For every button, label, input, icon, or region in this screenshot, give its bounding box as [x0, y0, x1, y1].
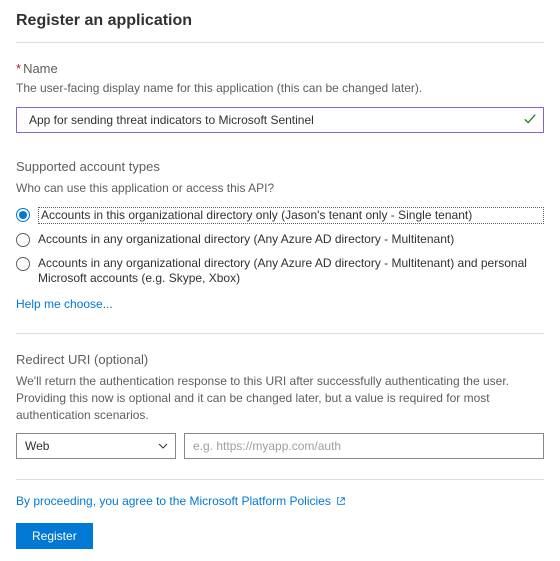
chevron-down-icon	[157, 440, 169, 455]
account-types-radio-group: Accounts in this organizational director…	[16, 207, 544, 287]
redirect-title: Redirect URI (optional)	[16, 352, 544, 367]
radio-icon	[16, 233, 30, 247]
radio-icon	[16, 257, 30, 271]
radio-icon	[16, 208, 30, 222]
radio-label: Accounts in any organizational directory…	[38, 232, 544, 248]
name-label-text: Name	[23, 61, 58, 76]
divider	[16, 42, 544, 43]
valid-check-icon	[523, 112, 537, 129]
name-label: *Name	[16, 61, 544, 76]
redirect-uri-input[interactable]	[184, 433, 544, 459]
account-type-option-multitenant-personal[interactable]: Accounts in any organizational directory…	[16, 256, 544, 287]
radio-label: Accounts in this organizational director…	[38, 207, 544, 225]
platform-policies-link[interactable]: By proceeding, you agree to the Microsof…	[16, 494, 346, 508]
account-types-question: Who can use this application or access t…	[16, 180, 544, 197]
help-me-choose-link[interactable]: Help me choose...	[16, 297, 544, 311]
platform-select[interactable]: Web	[16, 433, 176, 459]
account-type-option-multitenant[interactable]: Accounts in any organizational directory…	[16, 232, 544, 248]
footer: By proceeding, you agree to the Microsof…	[16, 494, 544, 549]
divider	[16, 479, 544, 480]
redirect-row: Web	[16, 433, 544, 459]
radio-label: Accounts in any organizational directory…	[38, 256, 544, 287]
name-description: The user-facing display name for this ap…	[16, 80, 544, 97]
account-types-title: Supported account types	[16, 159, 544, 174]
register-button[interactable]: Register	[16, 523, 93, 549]
name-input[interactable]	[27, 112, 515, 128]
platform-select-value: Web	[25, 439, 49, 453]
page-title: Register an application	[16, 12, 544, 30]
platform-policies-text: By proceeding, you agree to the Microsof…	[16, 494, 331, 508]
divider	[16, 333, 544, 334]
redirect-description: We'll return the authentication response…	[16, 373, 544, 423]
required-asterisk: *	[16, 61, 21, 76]
name-input-wrap	[16, 107, 544, 133]
account-type-option-single-tenant[interactable]: Accounts in this organizational director…	[16, 207, 544, 225]
external-link-icon	[336, 495, 346, 509]
